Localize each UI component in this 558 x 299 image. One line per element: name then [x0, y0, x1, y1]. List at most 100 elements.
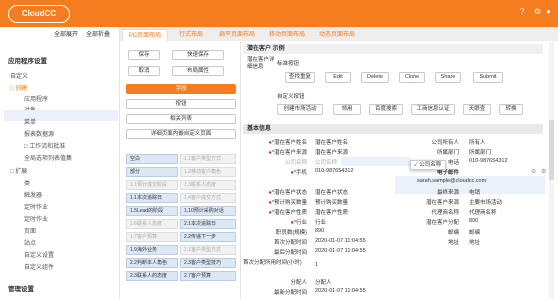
baidu-search-button[interactable]: 百度搜索: [369, 104, 403, 115]
field-label: 首次分配时间: [273, 240, 307, 246]
cancel-button[interactable]: 取消: [128, 66, 160, 76]
palette-field[interactable]: 部分: [126, 167, 178, 177]
field-value[interactable]: 潜在客户来源: [315, 148, 348, 156]
palette-field[interactable]: 1.3联系人态度: [180, 180, 236, 190]
sidebar-item-extend[interactable]: □ 扩展: [10, 166, 27, 175]
palette-field[interactable]: 1.1预计成交阶段: [126, 180, 178, 190]
share-button[interactable]: Share: [435, 72, 461, 83]
palette-field[interactable]: 1.9海外业务: [126, 245, 178, 255]
sidebar-item-scheduled-jobs-2[interactable]: 定时作业: [24, 214, 48, 223]
help-icon[interactable]: ?: [520, 7, 524, 16]
sidebar-item-pages[interactable]: 页面: [24, 226, 36, 235]
layout-properties-button[interactable]: 布局属性: [172, 66, 224, 76]
palette-field[interactable]: 2.3客户类型技巧: [180, 258, 236, 268]
palette-field[interactable]: 空白: [126, 154, 178, 164]
field-value[interactable]: 所属部门: [469, 148, 491, 156]
tab-dynamic-layout[interactable]: 动态页面布局: [314, 29, 360, 41]
field-value[interactable]: 890: [315, 228, 324, 234]
fields-section-button[interactable]: 字段: [126, 84, 236, 94]
business-verify-button[interactable]: 工商信息认证: [411, 104, 455, 115]
field-value[interactable]: 890: [469, 218, 478, 224]
field-value[interactable]: 潜在客户状态: [315, 188, 348, 196]
buttons-section-button[interactable]: 按钮: [126, 99, 236, 109]
save-button[interactable]: 保存: [128, 50, 160, 60]
palette-field[interactable]: 2.3联系人的态度: [126, 271, 178, 281]
field-value[interactable]: 代理商名称: [469, 208, 497, 216]
field-value[interactable]: 预计购买数量: [315, 198, 348, 206]
sidebar-item-custom-components[interactable]: 自定义组件: [24, 262, 54, 271]
clone-button[interactable]: Clone: [399, 72, 425, 83]
field-settings-icon[interactable]: ⚙: [541, 168, 546, 175]
field-label: ●*潜在客户来源: [268, 150, 307, 156]
field-value[interactable]: 公司名称: [315, 158, 337, 166]
embedded-page-button[interactable]: 详细页面内嵌自定义页面: [126, 129, 236, 139]
field-value[interactable]: 2020-01-07 11:04:55: [315, 288, 366, 294]
sidebar-item-workflow[interactable]: □ 工作流和批准: [24, 141, 65, 150]
palette-field[interactable]: 1.1本次追踪日: [126, 193, 178, 203]
palette-field[interactable]: 2.1客户类型方式: [180, 245, 236, 255]
tianyancha-button[interactable]: 天眼查: [463, 104, 491, 115]
sidebar-item-custom-settings[interactable]: 自定义设置: [24, 250, 54, 259]
palette-field[interactable]: 2.7客户预算: [180, 271, 236, 281]
sidebar-item-report-sources[interactable]: 报表数据源: [24, 129, 54, 138]
field-value[interactable]: 潜在客户姓名: [315, 138, 348, 146]
palette-field[interactable]: 2.2判断本人角色: [126, 258, 178, 268]
delete-button[interactable]: Delete: [361, 72, 389, 83]
expand-all-link[interactable]: 全部展开: [54, 29, 78, 38]
palette-field[interactable]: 2.1本次追踪日: [180, 219, 236, 229]
quick-save-button[interactable]: 快速保存: [172, 50, 224, 60]
sidebar-item-menu[interactable]: 菜单: [24, 117, 36, 126]
field-value[interactable]: 所有人: [469, 138, 486, 146]
field-label: ●*手机: [290, 170, 307, 176]
field-value[interactable]: 010-987654312: [469, 158, 508, 164]
tab-row-layout[interactable]: 行式布局: [172, 29, 210, 41]
claim-button[interactable]: 领用: [333, 104, 361, 115]
find-duplicates-button[interactable]: 查找重复: [285, 72, 315, 83]
sidebar-item-apps[interactable]: 应用程序: [24, 94, 48, 103]
sidebar-item-create[interactable]: □ 创建: [10, 83, 27, 92]
submit-button[interactable]: Submit: [473, 72, 503, 83]
palette-field[interactable]: 1.2移动客户角色: [180, 167, 236, 177]
remove-field-icon[interactable]: ⊖: [531, 168, 536, 175]
field-value[interactable]: 电销: [469, 188, 480, 196]
palette-field[interactable]: 2.2传递下一步: [180, 232, 236, 242]
sidebar-item-picklists[interactable]: 全局选项列表值集: [24, 153, 72, 162]
tab-mobile-layout[interactable]: 移动页面布局: [264, 29, 310, 41]
field-value[interactable]: 2020-01-07 11:04:55: [315, 248, 366, 254]
palette-field[interactable]: 1.7客户预算: [126, 232, 178, 242]
field-value[interactable]: 潜在客户性质: [315, 208, 348, 216]
field-value[interactable]: 2020-01-07 11:04:55: [315, 238, 366, 244]
sidebar-item-customize[interactable]: 自定义: [10, 71, 28, 80]
field-value[interactable]: 行业: [315, 218, 326, 226]
convert-button[interactable]: 转换: [499, 104, 523, 115]
custom-buttons-label: 自定义按钮: [277, 94, 305, 100]
tab-pc-layout[interactable]: PC页面布局: [122, 29, 168, 41]
tab-flat-layout[interactable]: 扁平页面布局: [214, 29, 260, 41]
sidebar-item-scheduled-jobs[interactable]: 定时作业: [24, 202, 48, 211]
settings-icon[interactable]: ⚙: [534, 7, 541, 16]
layout-palette: 保存 快速保存 取消 布局属性 字段 按钮 相关列表 详细页面内嵌自定义页面 空…: [122, 42, 238, 299]
field-value[interactable]: 1: [315, 262, 318, 268]
field-label: ●*潜在客户姓名: [268, 140, 307, 146]
palette-field[interactable]: 1.1客户类型方式: [180, 154, 236, 164]
palette-field[interactable]: 1.4客户成交方式: [180, 193, 236, 203]
user-icon[interactable]: ●: [546, 7, 551, 16]
field-value[interactable]: 邮编: [469, 228, 480, 236]
field-value[interactable]: 010-987654312: [315, 168, 354, 174]
palette-field[interactable]: 1.5Lead的阶段: [126, 206, 178, 216]
edit-button[interactable]: Edit: [325, 72, 351, 83]
drag-preview-label: 公司名称: [419, 162, 442, 168]
sidebar-item-triggers[interactable]: 触发器: [24, 190, 42, 199]
field-value[interactable]: sarah.sample@cloudcc.com: [417, 178, 486, 184]
create-campaign-button[interactable]: 创建市场活动: [277, 104, 323, 115]
collapse-all-link[interactable]: 全部折叠: [86, 29, 110, 38]
palette-field[interactable]: 1.6联系人态度: [126, 219, 178, 229]
scrollbar-thumb[interactable]: [549, 120, 554, 180]
field-value[interactable]: 地址: [469, 238, 480, 246]
related-lists-button[interactable]: 相关列表: [126, 114, 236, 124]
field-value[interactable]: 分配人: [315, 278, 332, 286]
palette-field[interactable]: 1.10预计采购对话: [180, 206, 236, 216]
sidebar-item-classes[interactable]: 类: [24, 178, 30, 187]
field-value[interactable]: 主要市场活动: [469, 198, 502, 206]
sidebar-item-sites[interactable]: 站点: [24, 238, 36, 247]
